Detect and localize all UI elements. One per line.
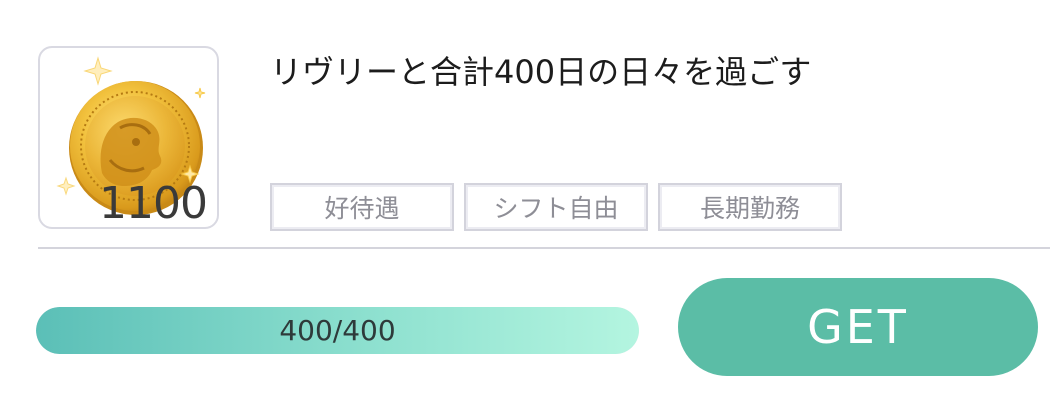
tag-flexible-shift: シフト自由 — [464, 183, 648, 231]
mission-reward-card: 1100 リヴリーと合計400日の日々を過ごす 好待遇 シフト自由 長期勤務 4… — [0, 0, 1050, 403]
tag-long-term: 長期勤務 — [658, 183, 842, 231]
coin-amount: 1100 — [99, 178, 208, 229]
mission-title: リヴリーと合計400日の日々を過ごす — [270, 53, 812, 91]
divider — [38, 247, 1050, 249]
mission-tags: 好待遇 シフト自由 長期勤務 — [270, 183, 842, 231]
get-button[interactable]: GET — [678, 278, 1038, 376]
reward-icon-box: 1100 — [38, 46, 219, 229]
progress-bar: 400/400 — [36, 307, 639, 354]
tag-good-treatment: 好待遇 — [270, 183, 454, 231]
progress-label: 400/400 — [279, 314, 396, 347]
